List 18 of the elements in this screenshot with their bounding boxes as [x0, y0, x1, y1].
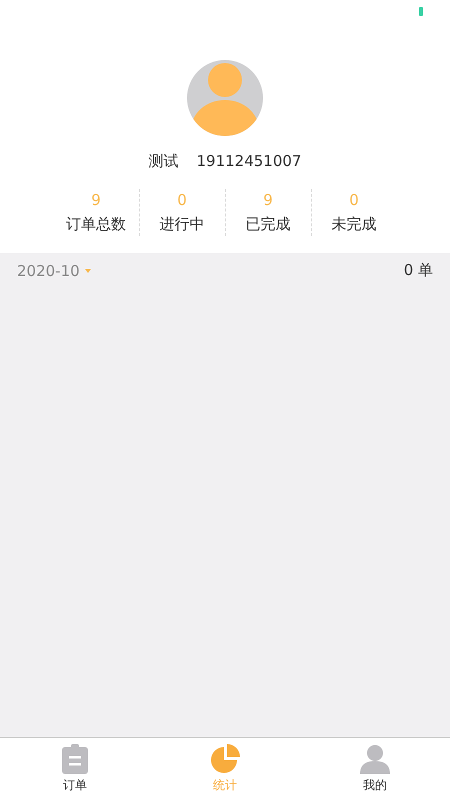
phone-number: 19112451007	[196, 152, 302, 171]
stat-value: 0	[177, 191, 187, 209]
person-icon	[360, 744, 390, 774]
clipboard-icon	[62, 744, 88, 774]
tab[interactable]: 我的	[300, 738, 450, 800]
stat-value: 0	[349, 191, 359, 209]
stat-value: 9	[263, 191, 273, 209]
stat-label: 订单总数	[66, 215, 126, 234]
stat-label: 进行中	[160, 215, 204, 234]
tab[interactable]: 订单	[0, 738, 150, 800]
user-name: 测试	[148, 152, 178, 171]
order-count: 0 单	[404, 261, 433, 280]
battery-icon	[419, 7, 423, 16]
stat-value: 9	[91, 191, 101, 209]
caret-icon	[84, 268, 91, 272]
pie-chart-icon	[210, 744, 240, 774]
stat-label: 已完成	[246, 215, 290, 234]
stat-label: 未完成	[332, 215, 376, 234]
